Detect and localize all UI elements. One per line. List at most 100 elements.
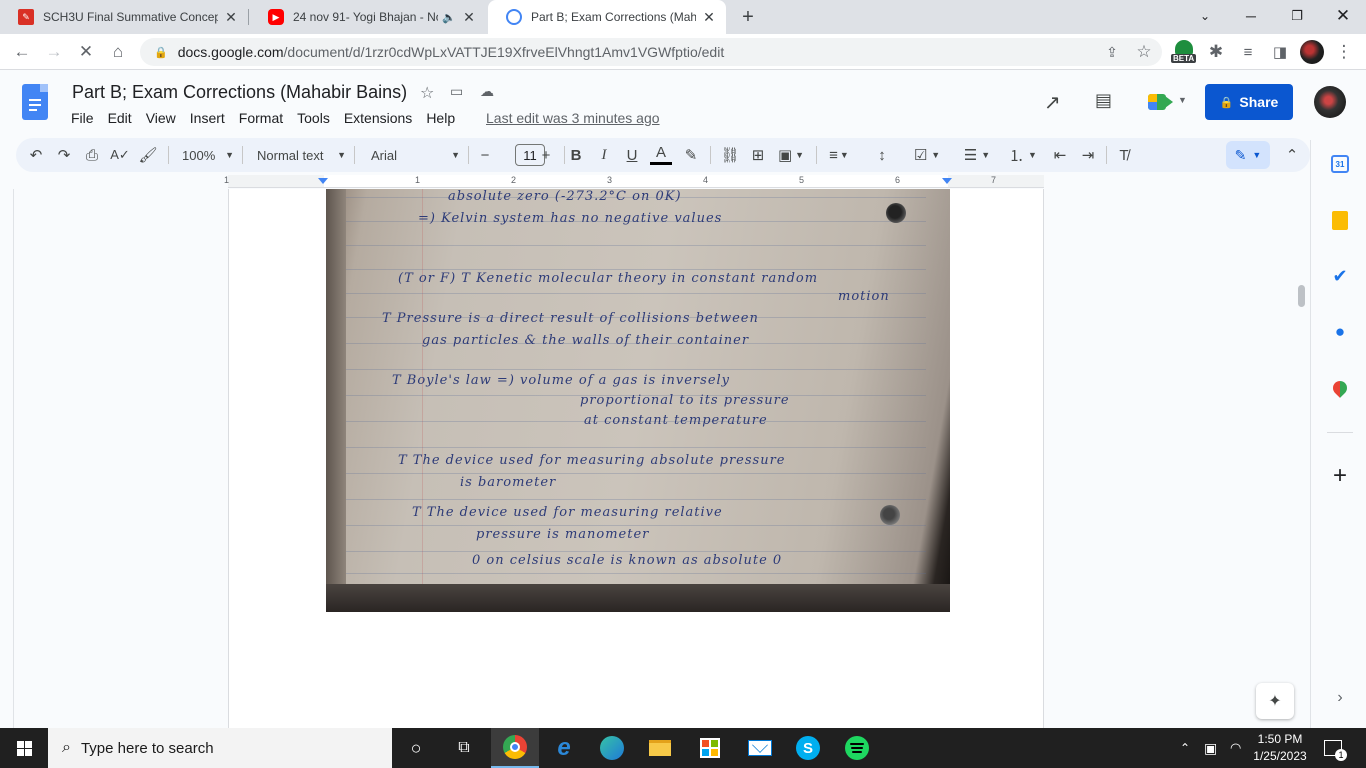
last-edit-link[interactable]: Last edit was 3 minutes ago bbox=[486, 110, 660, 126]
share-page-icon[interactable]: ⇪ bbox=[1100, 40, 1124, 64]
calendar-icon[interactable]: 31 bbox=[1330, 154, 1350, 174]
side-panel-icon[interactable]: ◨ bbox=[1268, 40, 1292, 64]
forward-icon[interactable]: → bbox=[42, 40, 66, 64]
tray-overflow-icon[interactable]: ⌃ bbox=[1180, 728, 1190, 768]
extension-beta-icon[interactable]: BETA bbox=[1170, 38, 1198, 66]
italic-icon[interactable]: I bbox=[594, 143, 614, 167]
keep-icon[interactable] bbox=[1330, 210, 1350, 230]
back-icon[interactable]: ← bbox=[10, 40, 34, 64]
decrease-font-size-icon[interactable]: − bbox=[474, 143, 496, 167]
menu-tools[interactable]: Tools bbox=[290, 110, 337, 126]
tasks-icon[interactable]: ✔ bbox=[1330, 266, 1350, 286]
activity-trend-icon[interactable]: ↗ bbox=[1044, 90, 1061, 115]
increase-font-size-icon[interactable]: + bbox=[534, 143, 558, 167]
tab-search-icon[interactable]: ⌄ bbox=[1182, 0, 1228, 32]
text-color-icon[interactable]: A bbox=[650, 143, 672, 165]
file-explorer-icon[interactable] bbox=[636, 728, 684, 768]
tab-sch3u[interactable]: ✎ SCH3U Final Summative Concept ✕ bbox=[0, 0, 248, 34]
highlight-icon[interactable]: ✎ bbox=[680, 143, 702, 167]
explore-button[interactable]: ✦ bbox=[1256, 683, 1294, 719]
task-view-icon[interactable]: ⧉ bbox=[440, 728, 488, 768]
windows-start-button[interactable] bbox=[0, 728, 48, 768]
tab-docs[interactable]: Part B; Exam Corrections (Mahab ✕ bbox=[488, 0, 726, 34]
address-bar[interactable]: 🔒 docs.google.com/document/d/1rzr0cdWpLx… bbox=[140, 38, 1162, 66]
restore-button[interactable]: ❐ bbox=[1274, 0, 1320, 32]
insert-link-icon[interactable]: ⛓ bbox=[718, 143, 742, 167]
meet-icon[interactable] bbox=[1148, 92, 1174, 112]
minimize-button[interactable]: ─ bbox=[1228, 0, 1274, 32]
document-title[interactable]: Part B; Exam Corrections (Mahabir Bains) bbox=[72, 82, 407, 103]
collapse-menus-icon[interactable]: ⌃ bbox=[1280, 143, 1304, 167]
comments-icon[interactable]: ▤ bbox=[1095, 90, 1112, 111]
menu-insert[interactable]: Insert bbox=[183, 110, 232, 126]
taskbar-search[interactable]: ⌕ Type here to search bbox=[48, 728, 392, 768]
undo-icon[interactable]: ↶ bbox=[24, 143, 48, 167]
meet-dropdown-icon[interactable]: ▼ bbox=[1178, 95, 1187, 105]
stop-icon[interactable]: ✕ bbox=[74, 40, 98, 64]
clear-formatting-icon[interactable]: T̸ bbox=[1112, 143, 1136, 167]
star-icon[interactable]: ☆ bbox=[420, 83, 434, 103]
font-select[interactable]: Arial ▼ bbox=[366, 143, 460, 167]
decrease-indent-icon[interactable]: ⇤ bbox=[1048, 143, 1072, 167]
menu-view[interactable]: View bbox=[139, 110, 183, 126]
wifi-icon[interactable]: ◠ bbox=[1230, 728, 1241, 768]
bulleted-list-icon[interactable]: ☰ ▼ bbox=[956, 143, 998, 167]
tab-youtube[interactable]: ▶ 24 nov 91- Yogi Bhajan - No 🔈 ✕ bbox=[250, 0, 486, 34]
menu-extensions[interactable]: Extensions bbox=[337, 110, 419, 126]
mail-icon[interactable] bbox=[736, 728, 784, 768]
right-indent-marker[interactable] bbox=[942, 178, 952, 184]
redo-icon[interactable]: ↷ bbox=[52, 143, 76, 167]
spellcheck-icon[interactable]: A✓ bbox=[108, 143, 132, 167]
cortana-icon[interactable]: ○ bbox=[392, 728, 440, 768]
cloud-status-icon[interactable]: ☁ bbox=[480, 83, 494, 100]
taskbar-clock[interactable]: 1:50 PM 1/25/2023 bbox=[1244, 731, 1316, 765]
media-control-icon[interactable]: ≡ bbox=[1236, 40, 1260, 64]
chevron-right-icon[interactable]: › bbox=[1330, 688, 1350, 708]
numbered-list-icon[interactable]: ⒈ ▼ bbox=[1002, 143, 1044, 167]
underline-icon[interactable]: U bbox=[622, 143, 642, 167]
align-icon[interactable]: ≡ ▼ bbox=[824, 143, 854, 167]
editing-mode-button[interactable]: ✎ ▼ bbox=[1226, 141, 1270, 169]
profile-avatar[interactable] bbox=[1300, 40, 1324, 64]
chrome-taskbar-icon[interactable] bbox=[491, 728, 539, 768]
new-tab-button[interactable]: + bbox=[737, 6, 759, 28]
skype-icon[interactable]: S bbox=[784, 728, 832, 768]
close-icon[interactable]: ✕ bbox=[460, 8, 478, 26]
edge-icon[interactable] bbox=[588, 728, 636, 768]
docs-home-icon[interactable] bbox=[22, 84, 48, 120]
paragraph-style-select[interactable]: Normal text ▼ bbox=[252, 143, 346, 167]
menu-help[interactable]: Help bbox=[419, 110, 462, 126]
move-folder-icon[interactable]: ▭ bbox=[450, 83, 463, 100]
ie-icon[interactable]: e bbox=[540, 728, 588, 768]
ruler[interactable]: 1 1 2 3 4 5 6 7 bbox=[224, 175, 1044, 188]
bookmark-star-icon[interactable]: ☆ bbox=[1132, 40, 1156, 64]
spotify-icon[interactable] bbox=[833, 728, 881, 768]
store-icon[interactable] bbox=[686, 728, 734, 768]
checklist-icon[interactable]: ☑ ▼ bbox=[906, 143, 948, 167]
maps-icon[interactable] bbox=[1330, 378, 1350, 398]
network-device-icon[interactable]: ▣ bbox=[1204, 728, 1217, 768]
scrollbar-thumb[interactable] bbox=[1298, 285, 1305, 307]
menu-file[interactable]: File bbox=[64, 110, 101, 126]
account-avatar[interactable] bbox=[1314, 86, 1346, 118]
paint-format-icon[interactable]: 🖌 bbox=[136, 143, 160, 167]
close-icon[interactable]: ✕ bbox=[700, 8, 718, 26]
window-close-button[interactable]: ✕ bbox=[1320, 0, 1366, 32]
close-icon[interactable]: ✕ bbox=[222, 8, 240, 26]
contacts-icon[interactable]: ● bbox=[1330, 322, 1350, 342]
extensions-puzzle-icon[interactable]: ✱ bbox=[1204, 40, 1228, 64]
share-button[interactable]: 🔒 Share bbox=[1205, 84, 1293, 120]
speaker-icon[interactable]: 🔈 bbox=[442, 11, 456, 24]
chrome-menu-icon[interactable]: ⋮ bbox=[1332, 40, 1356, 64]
handwritten-notes-image[interactable]: absolute zero (-273.2°C on 0K) =) Kelvin… bbox=[326, 189, 950, 612]
menu-edit[interactable]: Edit bbox=[101, 110, 139, 126]
line-spacing-icon[interactable]: ↕ bbox=[870, 143, 894, 167]
home-icon[interactable]: ⌂ bbox=[106, 40, 130, 64]
get-add-ons-icon[interactable]: + bbox=[1330, 462, 1350, 489]
left-indent-marker[interactable] bbox=[318, 178, 328, 184]
add-comment-icon[interactable]: ⊞ bbox=[746, 143, 770, 167]
zoom-select[interactable]: 100% ▼ bbox=[176, 143, 234, 167]
notification-center-icon[interactable]: 1 bbox=[1324, 728, 1347, 768]
menu-format[interactable]: Format bbox=[232, 110, 290, 126]
insert-image-icon[interactable]: ▣ ▼ bbox=[774, 143, 808, 167]
